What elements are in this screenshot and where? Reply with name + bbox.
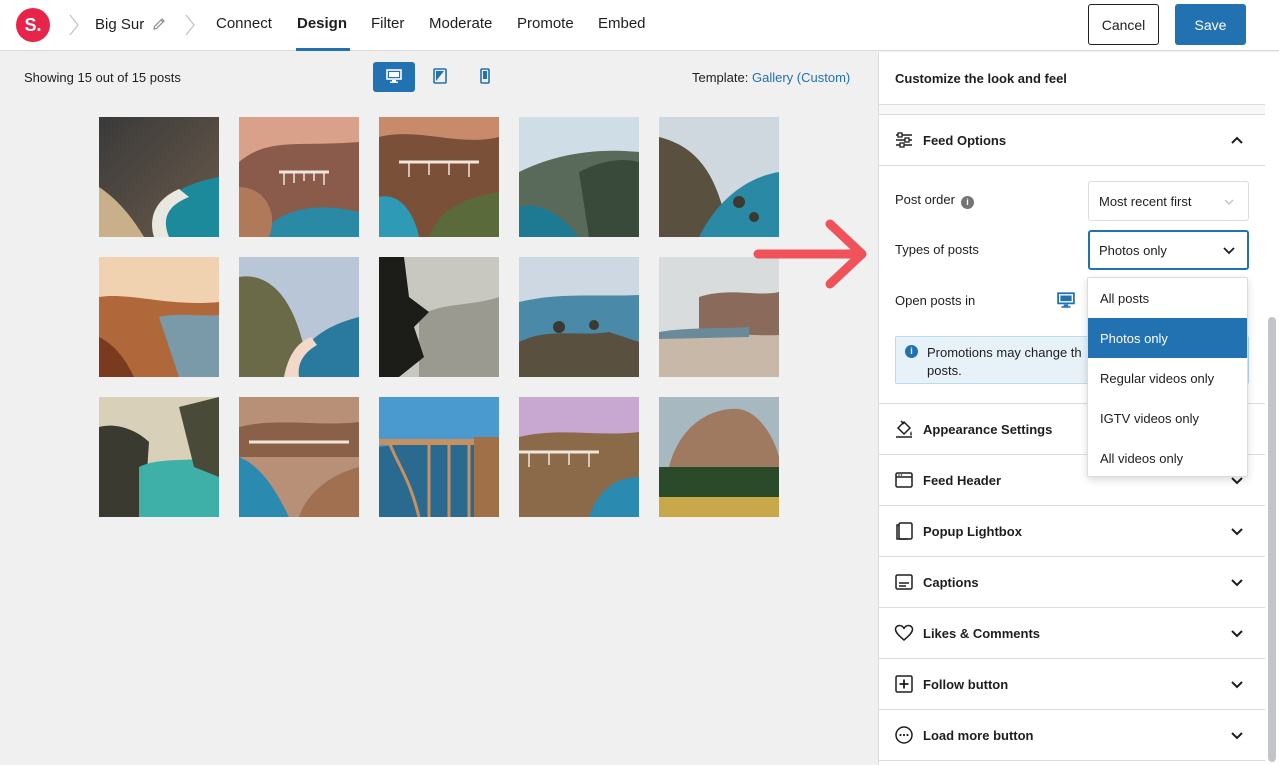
sidebar-header: Customize the look and feel	[879, 52, 1265, 105]
section-feed-options[interactable]: Feed Options	[879, 115, 1265, 166]
gallery-photo[interactable]	[659, 397, 779, 517]
cancel-button[interactable]: Cancel	[1088, 4, 1159, 45]
sidebar-spacer	[879, 105, 1265, 115]
section-likes-comments[interactable]: Likes & Comments	[879, 608, 1265, 659]
chevron-down-icon	[1229, 676, 1245, 692]
heart-icon	[894, 623, 914, 643]
chevron-down-icon	[1222, 244, 1236, 258]
tab-connect[interactable]: Connect	[216, 15, 272, 32]
chevron-up-icon	[1229, 132, 1245, 148]
section-title: Appearance Settings	[923, 422, 1053, 437]
plus-square-icon	[894, 674, 914, 694]
template-info: Template: Gallery (Custom)	[692, 70, 850, 85]
types-of-posts-dropdown: All posts Photos only Regular videos onl…	[1087, 277, 1248, 477]
gallery-photo[interactable]	[519, 117, 639, 237]
chevron-down-icon	[1222, 195, 1236, 209]
paint-bucket-icon	[894, 419, 914, 439]
desktop-icon[interactable]	[1057, 291, 1075, 309]
gallery-photo[interactable]	[379, 117, 499, 237]
info-icon[interactable]: i	[960, 196, 974, 209]
gallery-photo[interactable]	[239, 117, 359, 237]
feed-name[interactable]: Big Sur	[95, 16, 144, 33]
tab-embed[interactable]: Embed	[598, 15, 646, 32]
chevron-down-icon	[1229, 574, 1245, 590]
lightbox-icon	[894, 521, 914, 541]
phone-icon	[480, 67, 490, 87]
section-title: Load more button	[923, 728, 1034, 743]
annotation-arrow-icon	[752, 212, 872, 296]
gallery-photo[interactable]	[99, 397, 219, 517]
dropdown-option-igtv-videos-only[interactable]: IGTV videos only	[1088, 398, 1247, 438]
gallery-photo[interactable]	[379, 257, 499, 377]
pencil-icon[interactable]	[151, 16, 167, 32]
template-link[interactable]: Gallery (Custom)	[752, 70, 850, 85]
device-tablet-button[interactable]	[419, 62, 461, 92]
types-of-posts-select[interactable]: Photos only	[1088, 230, 1249, 270]
section-popup-lightbox[interactable]: Popup Lightbox	[879, 506, 1265, 557]
breadcrumb-separator-icon	[68, 13, 80, 37]
post-order-select[interactable]: Most recent first	[1088, 181, 1249, 221]
post-order-value: Most recent first	[1099, 194, 1192, 209]
section-title: Feed Options	[923, 133, 1007, 148]
device-phone-button[interactable]	[464, 62, 506, 92]
section-title: Popup Lightbox	[923, 524, 1022, 539]
window-header-icon	[894, 470, 914, 490]
save-button[interactable]: Save	[1175, 4, 1246, 45]
app-logo[interactable]: S.	[16, 8, 50, 42]
post-count-text: Showing 15 out of 15 posts	[24, 70, 181, 85]
tablet-icon	[433, 67, 447, 87]
section-load-more-button[interactable]: Load more button	[879, 710, 1265, 761]
active-tab-indicator	[296, 48, 350, 51]
gallery-photo[interactable]	[519, 257, 639, 377]
captions-icon	[894, 572, 914, 592]
tab-moderate[interactable]: Moderate	[429, 15, 492, 32]
section-follow-button[interactable]: Follow button	[879, 659, 1265, 710]
section-title: Likes & Comments	[923, 626, 1041, 641]
template-label: Template:	[692, 70, 749, 85]
device-desktop-button[interactable]	[373, 62, 415, 92]
tab-promote[interactable]: Promote	[517, 15, 574, 32]
gallery-photo[interactable]	[519, 397, 639, 517]
post-order-label: Post order i	[895, 192, 974, 209]
section-title: Feed Header	[923, 473, 1002, 488]
post-order-label-text: Post order	[895, 192, 955, 207]
notice-text-line-2: posts.	[927, 363, 962, 378]
chevron-down-icon	[1229, 523, 1245, 539]
notice-text-line-1: Promotions may change th	[927, 345, 1082, 360]
chevron-down-icon	[1229, 727, 1245, 743]
section-title: Captions	[923, 575, 979, 590]
notice-text: Promotions may change th posts.	[927, 344, 1107, 380]
info-icon: i	[905, 345, 918, 358]
desktop-icon	[386, 68, 402, 87]
dropdown-option-regular-videos-only[interactable]: Regular videos only	[1088, 358, 1247, 398]
gallery-photo[interactable]	[379, 397, 499, 517]
gallery-photo[interactable]	[99, 117, 219, 237]
dropdown-option-all-posts[interactable]: All posts	[1088, 278, 1247, 318]
section-captions[interactable]: Captions	[879, 557, 1265, 608]
chevron-down-icon	[1229, 625, 1245, 641]
tab-filter[interactable]: Filter	[371, 15, 404, 32]
gallery-photo[interactable]	[239, 397, 359, 517]
types-of-posts-value: Photos only	[1099, 243, 1167, 258]
more-circle-icon	[894, 725, 914, 745]
breadcrumb-separator-icon	[184, 13, 196, 37]
tab-design[interactable]: Design	[297, 15, 347, 32]
section-title: Follow button	[923, 677, 1009, 692]
sidebar-title: Customize the look and feel	[895, 71, 1067, 86]
types-of-posts-label: Types of posts	[895, 242, 979, 257]
open-posts-label: Open posts in	[895, 293, 976, 308]
photo-gallery	[99, 117, 779, 517]
dropdown-option-all-videos-only[interactable]: All videos only	[1088, 438, 1247, 478]
gallery-photo[interactable]	[99, 257, 219, 377]
top-bar: S. Big Sur Connect Design Filter Moderat…	[0, 0, 1279, 51]
sliders-icon	[894, 130, 914, 150]
gallery-photo[interactable]	[239, 257, 359, 377]
dropdown-option-photos-only[interactable]: Photos only	[1088, 318, 1247, 358]
sidebar-scrollbar[interactable]	[1268, 317, 1276, 762]
